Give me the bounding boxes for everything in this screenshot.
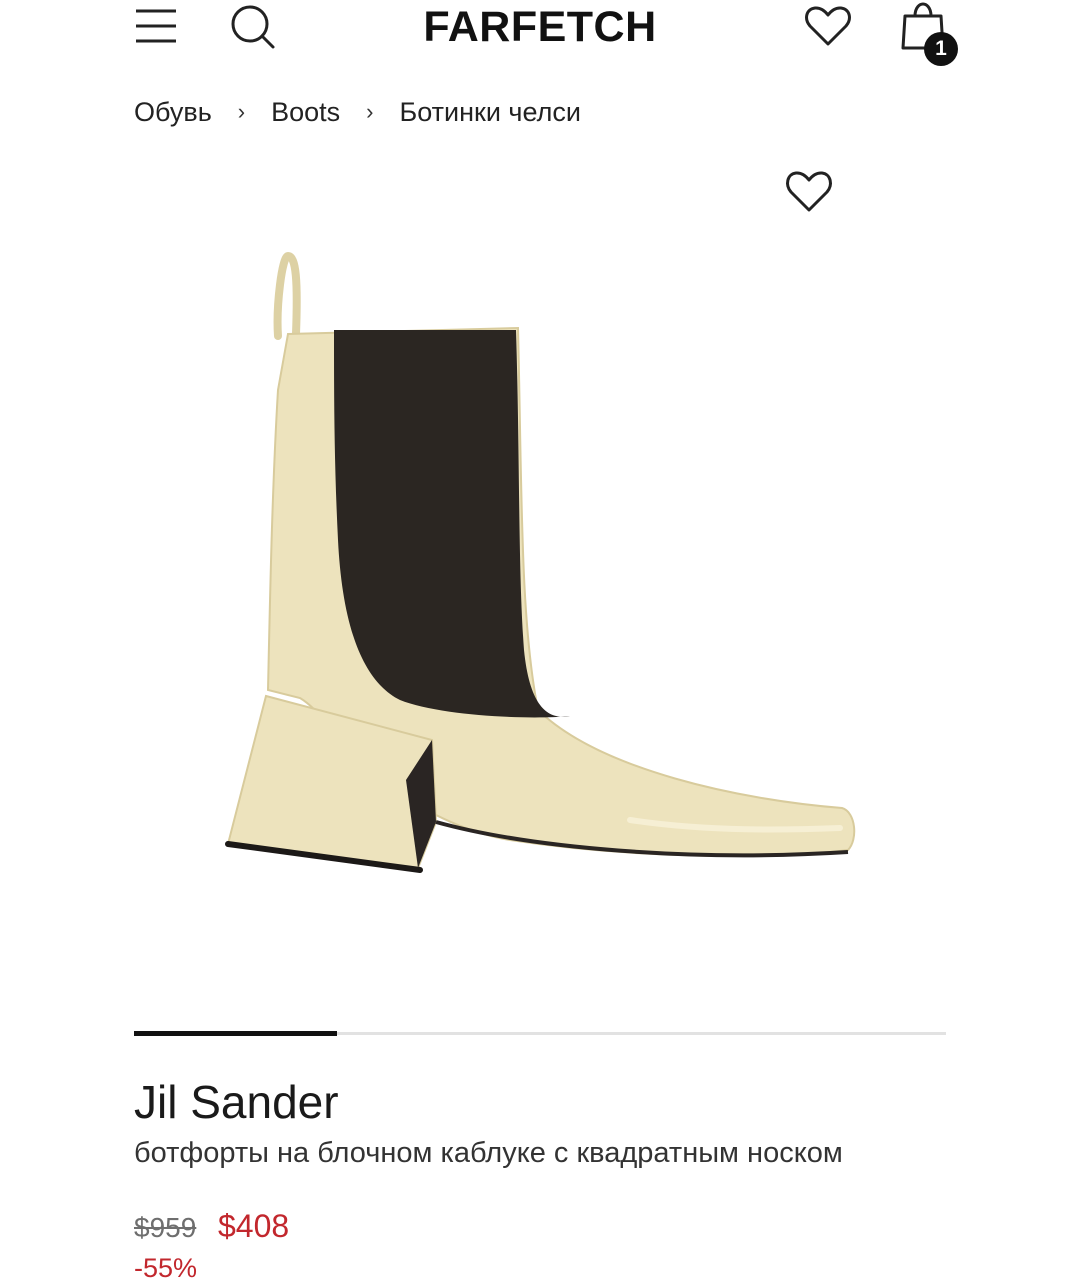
breadcrumb-item-chelsea-boots[interactable]: Ботинки челси [400, 97, 581, 128]
breadcrumb-item-boots[interactable]: Boots [271, 97, 340, 128]
breadcrumb-separator: › [366, 99, 374, 124]
farfetch-logo[interactable]: FARFETCH [380, 2, 700, 52]
original-price: $959 [134, 1212, 197, 1243]
gallery-progress-indicator [134, 1031, 337, 1036]
gallery-progress-bar [134, 1031, 946, 1036]
product-description: ботфорты на блочном каблуке с квадратным… [134, 1137, 843, 1169]
product-brand[interactable]: Jil Sander [134, 1074, 339, 1130]
search-icon[interactable] [230, 4, 276, 50]
heart-icon[interactable] [804, 4, 852, 48]
breadcrumb: Обувь › Boots › Ботинки челси [134, 92, 581, 132]
discount-badge: -55% [134, 1253, 198, 1283]
breadcrumb-item-shoes[interactable]: Обувь [134, 97, 212, 128]
bag-count-badge: 1 [924, 32, 958, 66]
sale-price: $408 [218, 1208, 290, 1244]
chelsea-boot-image[interactable] [210, 240, 870, 900]
breadcrumb-separator: › [237, 99, 246, 124]
hamburger-menu-icon[interactable] [134, 6, 178, 46]
heart-outline-icon[interactable] [784, 168, 834, 214]
